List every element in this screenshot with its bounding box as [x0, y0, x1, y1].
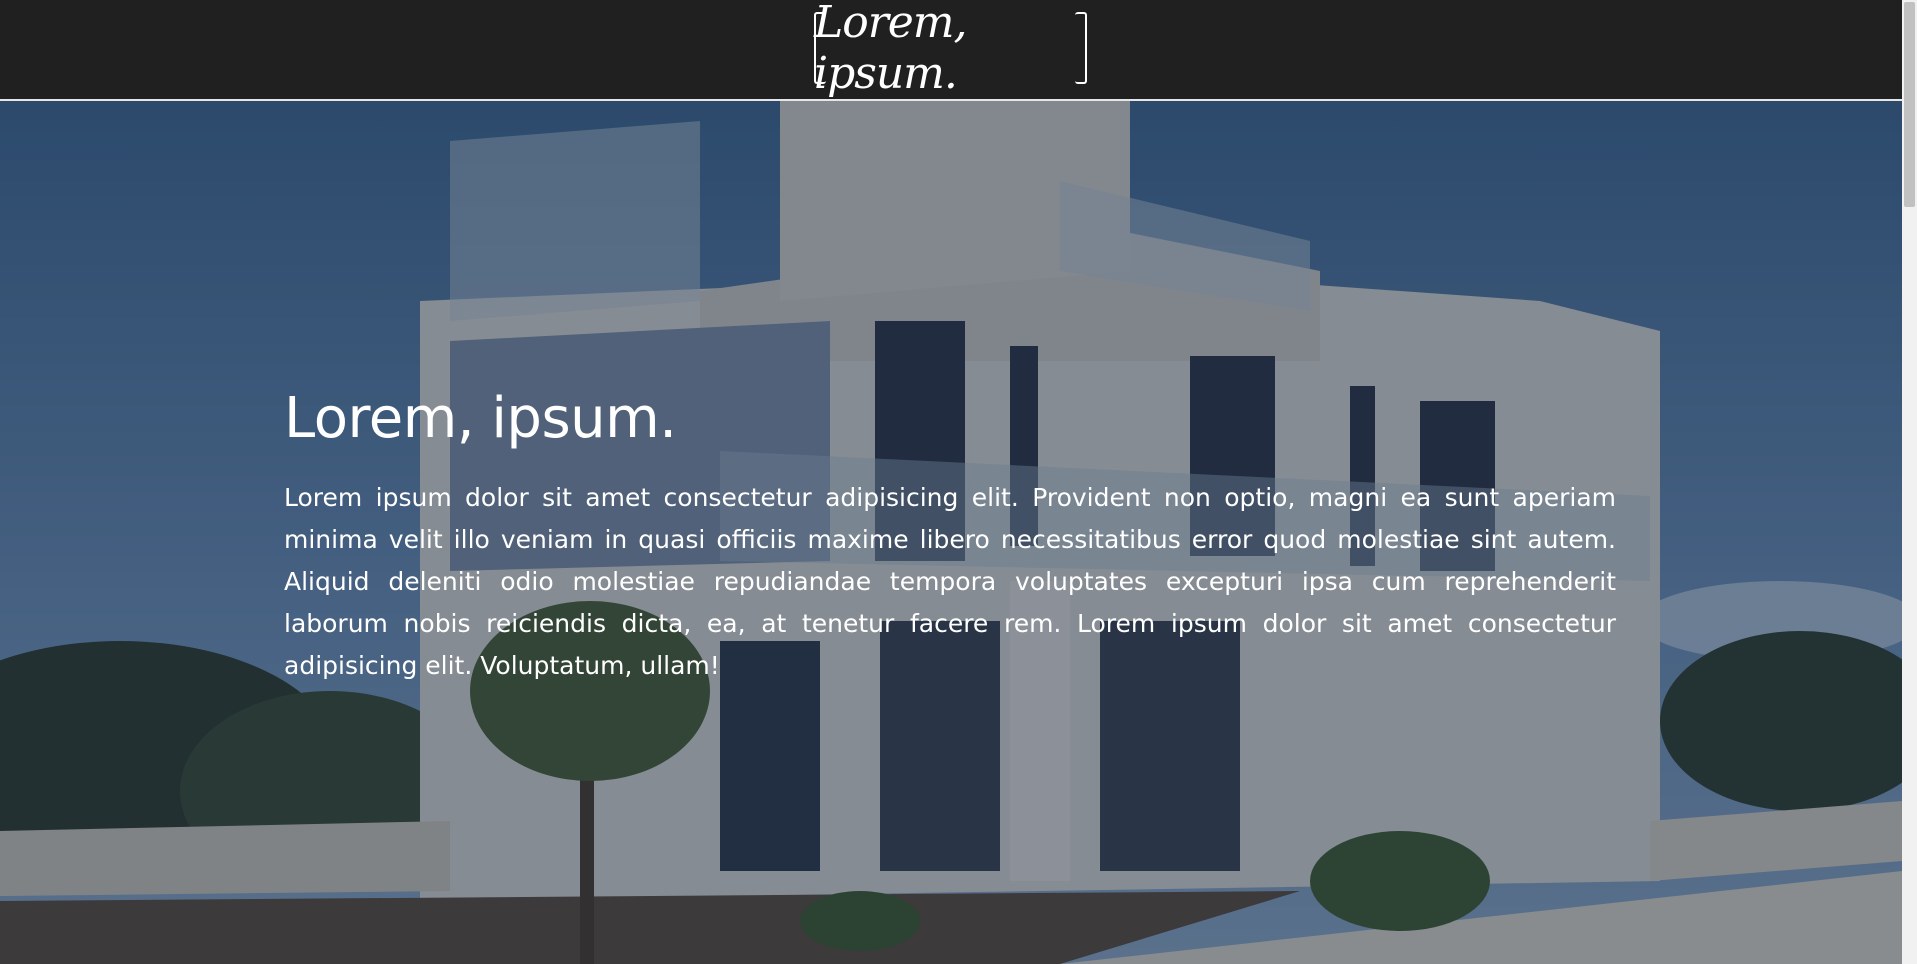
logo-right-bracket: [1075, 12, 1087, 84]
page-scrollbar[interactable]: [1902, 0, 1917, 964]
logo-left-bracket: [814, 12, 826, 84]
logo-text: Lorem, ipsum.: [814, 0, 968, 99]
hero-description: Lorem ipsum dolor sit amet consectetur a…: [284, 483, 1616, 680]
hero-section: Lorem, ipsum. Lorem ipsum dolor sit amet…: [0, 101, 1902, 964]
site-logo[interactable]: Lorem, ipsum.: [814, 0, 1087, 99]
scrollbar-thumb[interactable]: [1904, 2, 1915, 207]
hero-content: Lorem, ipsum. Lorem ipsum dolor sit amet…: [284, 383, 1616, 687]
top-navbar: Lorem, ipsum.: [0, 0, 1902, 101]
hero-title: Lorem, ipsum.: [284, 386, 677, 451]
